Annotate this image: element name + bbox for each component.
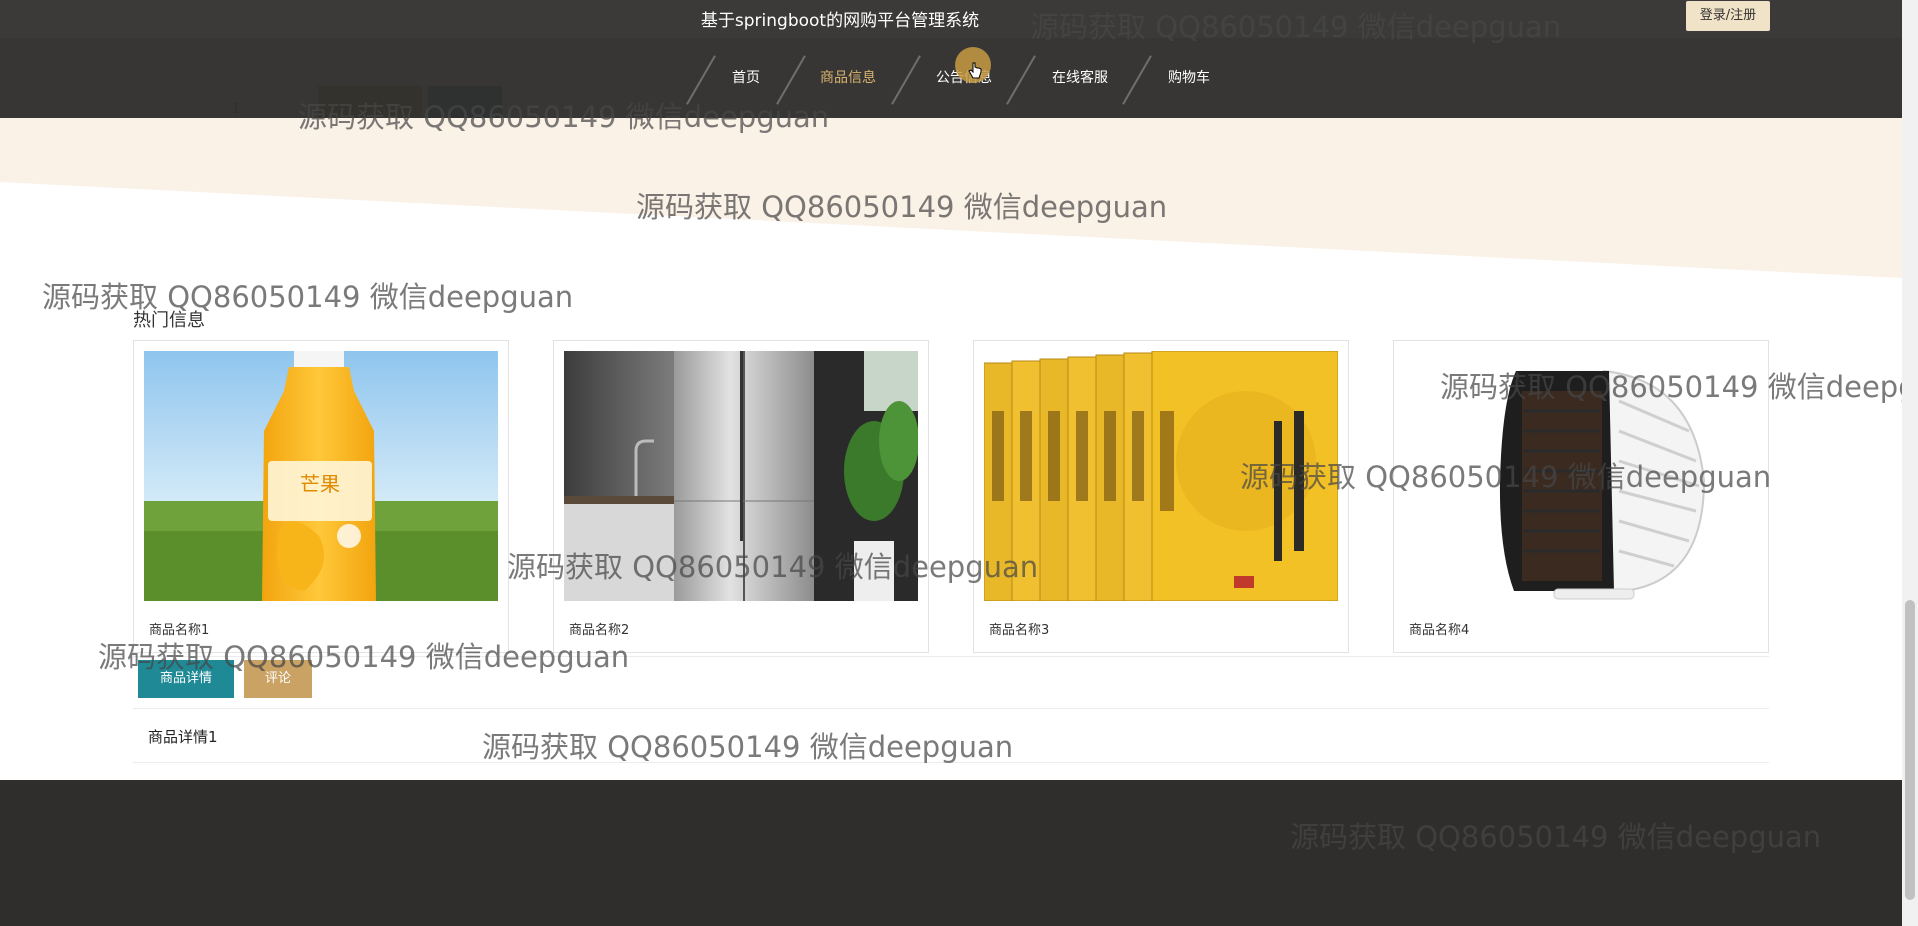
product-card[interactable]: 商品名称3 xyxy=(973,340,1349,653)
hand-cursor-icon xyxy=(968,62,982,79)
page-footer xyxy=(0,780,1902,926)
svg-text:芒果: 芒果 xyxy=(300,472,340,496)
decorative-banner xyxy=(0,118,1902,278)
nav-item-home[interactable]: 首页 xyxy=(732,38,760,118)
nav-separator xyxy=(686,55,716,105)
section-divider xyxy=(133,656,1769,657)
product-name[interactable]: 商品名称3 xyxy=(989,619,1049,638)
main-navbar: 首页 商品信息 公告信息 在线客服 购物车 xyxy=(0,38,1902,118)
product-card[interactable]: 芒果 商品名称1 xyxy=(133,340,509,653)
scrollbar-thumb[interactable] xyxy=(1905,600,1915,900)
hot-section-title: 热门信息 xyxy=(133,310,205,331)
product-image-book-set[interactable] xyxy=(984,351,1338,601)
tab-divider xyxy=(133,708,1769,709)
product-card[interactable]: 商品名称2 xyxy=(553,340,929,653)
nav-item-cart[interactable]: 购物车 xyxy=(1168,38,1210,118)
nav-item-products[interactable]: 商品信息 xyxy=(820,38,876,118)
product-detail-content: 商品详情1 xyxy=(148,728,218,746)
nav-item-customer-service[interactable]: 在线客服 xyxy=(1052,38,1108,118)
nav-separator xyxy=(776,55,806,105)
product-name[interactable]: 商品名称4 xyxy=(1409,619,1469,638)
product-image-electric-heater[interactable] xyxy=(1404,351,1758,601)
site-title: 基于springboot的网购平台管理系统 xyxy=(700,11,980,31)
login-register-button[interactable]: 登录/注册 xyxy=(1686,1,1770,31)
top-header: 基于springboot的网购平台管理系统 登录/注册 xyxy=(0,0,1902,38)
nav-separator xyxy=(1006,55,1036,105)
watermark-text: 源码获取 QQ86050149 微信deepguan xyxy=(482,730,1014,764)
product-card[interactable]: 商品名称4 xyxy=(1393,340,1769,653)
content-divider xyxy=(133,762,1769,763)
nav-separator xyxy=(891,55,921,105)
tab-comments[interactable]: 评论 xyxy=(244,660,312,698)
product-image-mango-juice[interactable]: 芒果 xyxy=(144,351,498,601)
watermark-text: 源码获取 QQ86050149 微信deepguan xyxy=(42,280,574,314)
product-name[interactable]: 商品名称1 xyxy=(149,619,209,638)
nav-separator xyxy=(1122,55,1152,105)
product-image-refrigerator[interactable] xyxy=(564,351,918,601)
product-name[interactable]: 商品名称2 xyxy=(569,619,629,638)
vertical-scrollbar[interactable] xyxy=(1902,0,1918,926)
tab-product-detail[interactable]: 商品详情 xyxy=(138,660,234,698)
